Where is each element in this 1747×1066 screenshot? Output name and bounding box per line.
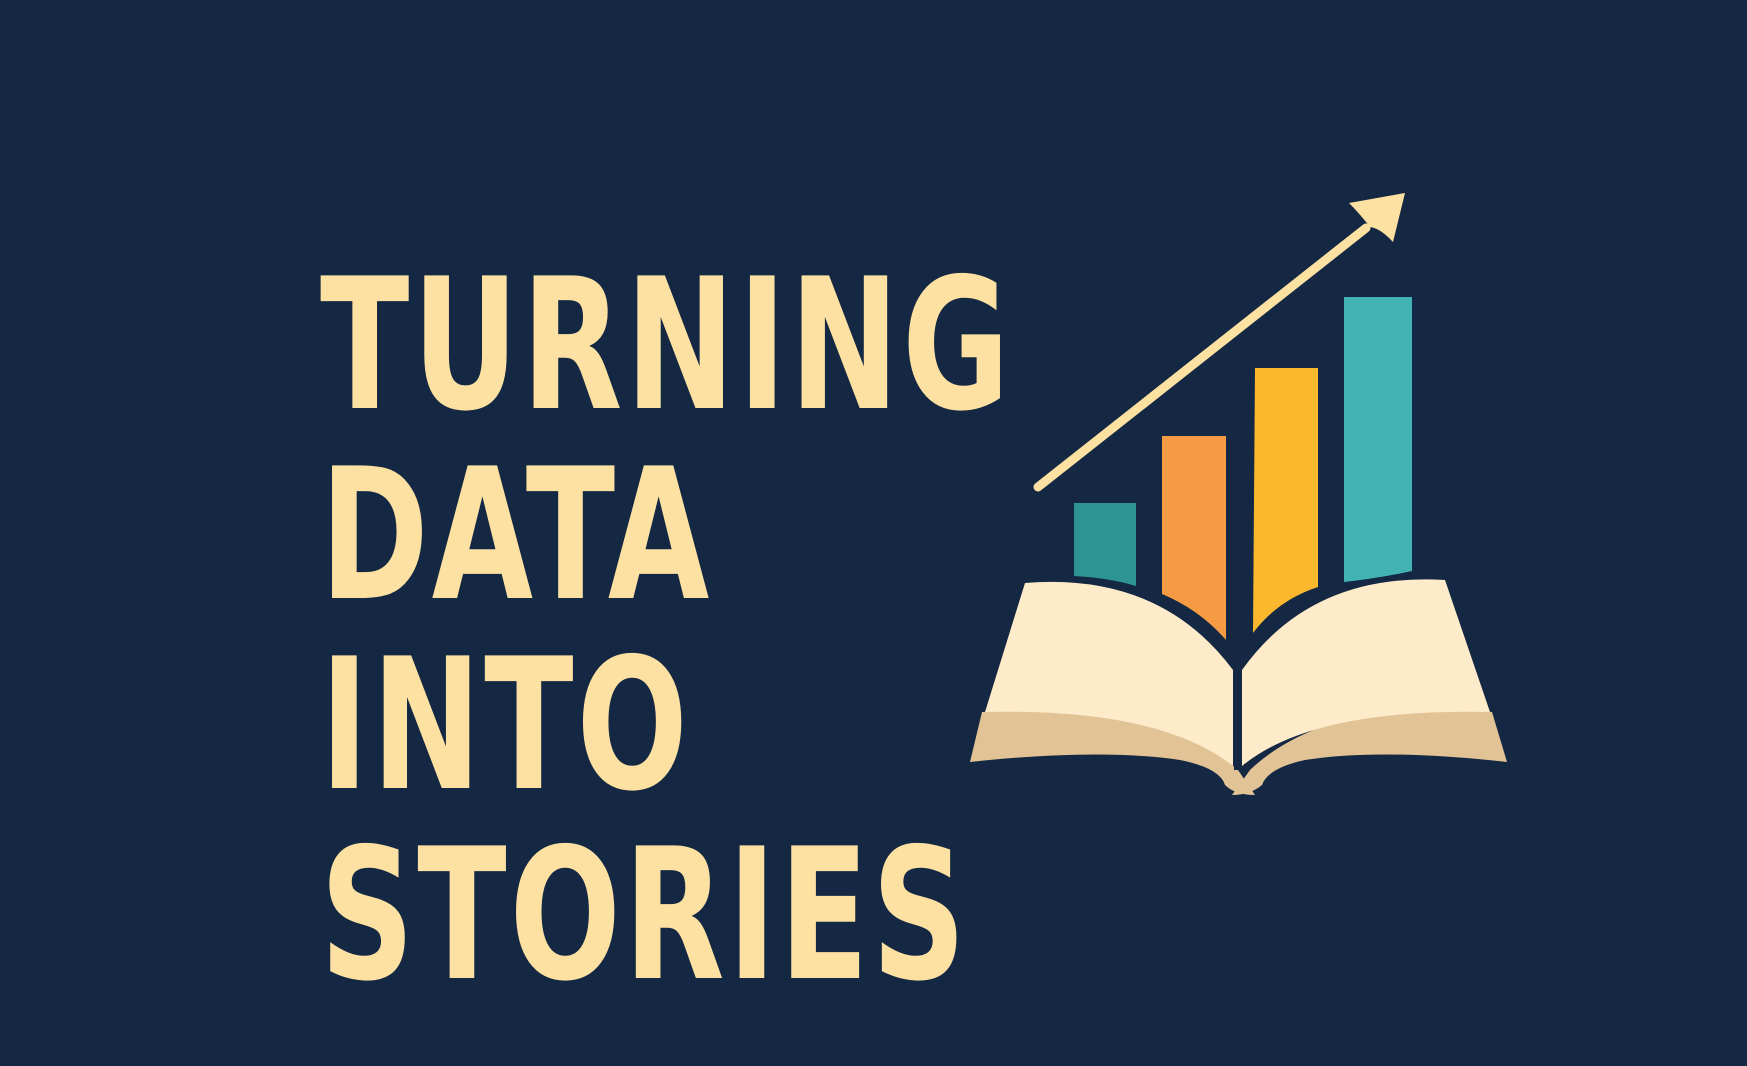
book-icon — [970, 579, 1507, 795]
bar-1 — [1074, 503, 1136, 586]
bar-2 — [1162, 436, 1226, 640]
poster-canvas: TURNING DATA INTO STORIES — [0, 0, 1747, 1066]
bar-4 — [1344, 297, 1412, 582]
book-chart-illustration — [970, 193, 1507, 795]
bar-3 — [1253, 368, 1318, 633]
